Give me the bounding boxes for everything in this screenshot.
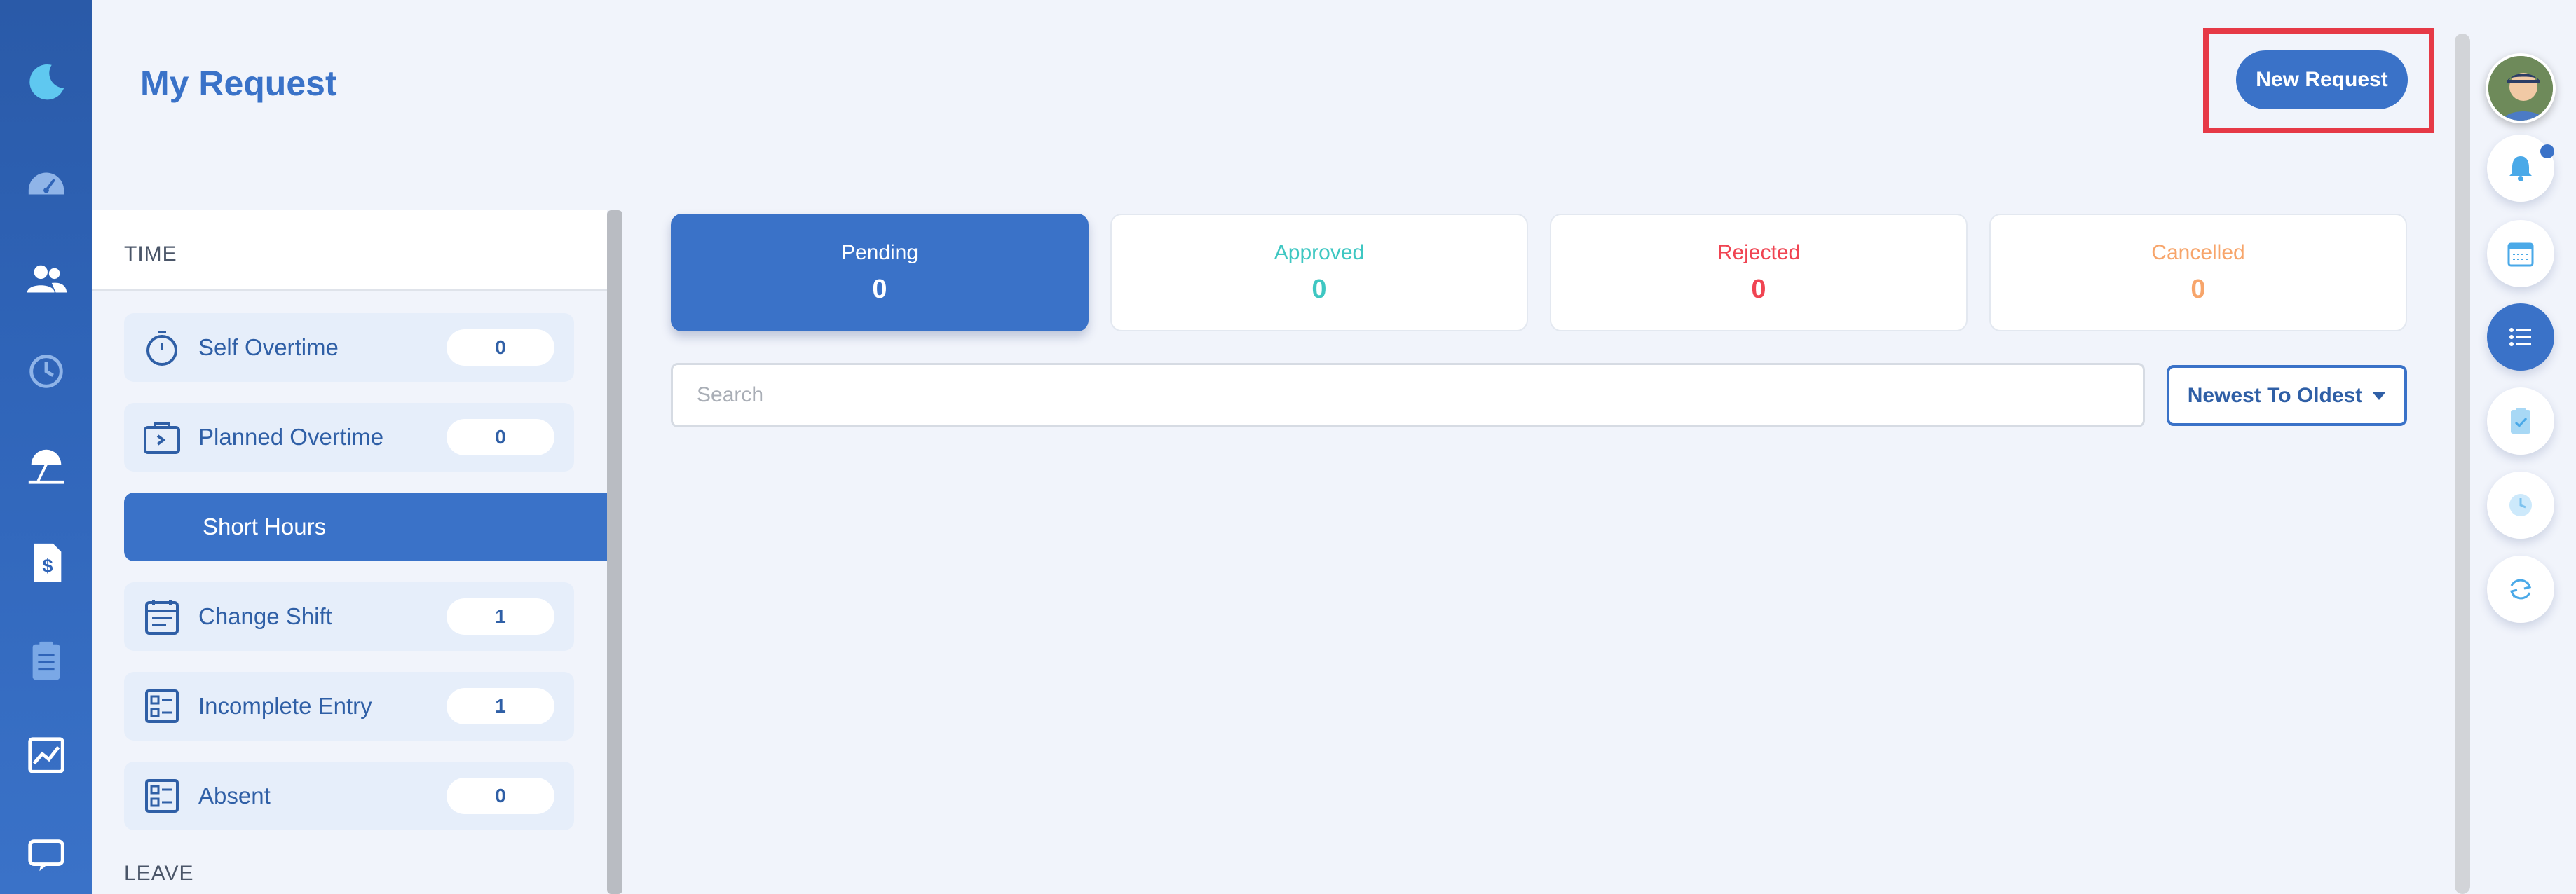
monitor-chat-icon[interactable] [0, 820, 92, 890]
form-icon [145, 689, 179, 723]
request-item-label: Absent [198, 783, 271, 809]
caret-down-icon [2372, 391, 2387, 400]
report-chart-icon[interactable] [0, 720, 92, 790]
calendar-icon [145, 600, 179, 635]
leave-icon[interactable] [0, 431, 92, 501]
status-card-title: Rejected [1717, 240, 1801, 264]
request-count-badge: 1 [447, 598, 554, 635]
clock-button[interactable] [2487, 472, 2554, 539]
page-title: My Request [140, 64, 337, 103]
leave-section-label: LEAVE [124, 862, 194, 885]
status-card-approved[interactable]: Approved 0 [1110, 214, 1528, 331]
stopwatch-icon [146, 331, 177, 366]
svg-text:$: $ [42, 555, 53, 577]
users-icon[interactable] [0, 245, 92, 315]
search-input[interactable] [671, 363, 2145, 427]
sort-dropdown-label: Newest To Oldest [2187, 383, 2363, 407]
request-item-short-hours[interactable]: Short Hours [124, 493, 607, 561]
request-count-badge: 1 [447, 688, 554, 724]
panel-scrollbar[interactable] [607, 210, 622, 894]
list-button[interactable] [2487, 303, 2554, 371]
briefcase-icon [144, 422, 180, 454]
history-icon[interactable] [0, 336, 92, 406]
clock-icon [2509, 494, 2532, 516]
list-icon [2509, 328, 2531, 346]
request-item-incomplete-entry[interactable]: Incomplete Entry 1 [124, 672, 574, 741]
calendar-icon [2507, 242, 2534, 267]
left-navigation: $ [0, 0, 92, 894]
request-item-label: Change Shift [198, 603, 332, 629]
status-card-count: 0 [1311, 274, 1327, 304]
form-icon [145, 779, 179, 813]
request-count-badge: 0 [447, 419, 554, 455]
status-card-count: 0 [872, 274, 887, 304]
request-item-label: Incomplete Entry [198, 693, 372, 719]
status-card-cancelled[interactable]: Cancelled 0 [1989, 214, 2407, 331]
request-count-badge: 0 [447, 778, 554, 814]
bell-icon [2509, 156, 2532, 181]
status-card-count: 0 [2190, 274, 2206, 304]
payroll-icon[interactable]: $ [0, 528, 92, 598]
moon-logo-icon[interactable] [0, 46, 92, 116]
request-count-badge: 0 [447, 329, 554, 366]
request-item-change-shift[interactable]: Change Shift 1 [124, 582, 574, 651]
request-item-self-overtime[interactable]: Self Overtime 0 [124, 313, 574, 382]
time-section-label: TIME [124, 242, 177, 266]
request-item-label: Planned Overtime [198, 424, 384, 450]
status-card-title: Pending [840, 240, 919, 264]
status-card-pending[interactable]: Pending 0 [671, 214, 1089, 331]
request-item-label: Self Overtime [198, 334, 339, 360]
request-item-label: Short Hours [203, 514, 327, 539]
status-card-rejected[interactable]: Rejected 0 [1550, 214, 1968, 331]
request-item-planned-overtime[interactable]: Planned Overtime 0 [124, 403, 574, 472]
status-card-title: Approved [1274, 240, 1365, 264]
request-item-absent[interactable]: Absent 0 [124, 762, 574, 830]
status-card-title: Cancelled [2151, 240, 2245, 264]
calendar-button[interactable] [2487, 220, 2554, 287]
status-card-count: 0 [1751, 274, 1766, 304]
clipboard-check-button[interactable] [2487, 387, 2554, 455]
notification-dot [2540, 144, 2554, 158]
clipboard-icon[interactable] [0, 626, 92, 696]
refresh-button[interactable] [2487, 556, 2554, 623]
avatar[interactable] [2486, 53, 2556, 123]
page-scrollbar[interactable] [2455, 34, 2470, 894]
sort-dropdown[interactable]: Newest To Oldest [2167, 365, 2407, 426]
refresh-icon [2509, 579, 2532, 600]
dashboard-icon[interactable] [0, 147, 92, 217]
new-request-button[interactable]: New Request [2236, 50, 2408, 109]
clipboard-check-icon [2511, 408, 2530, 434]
